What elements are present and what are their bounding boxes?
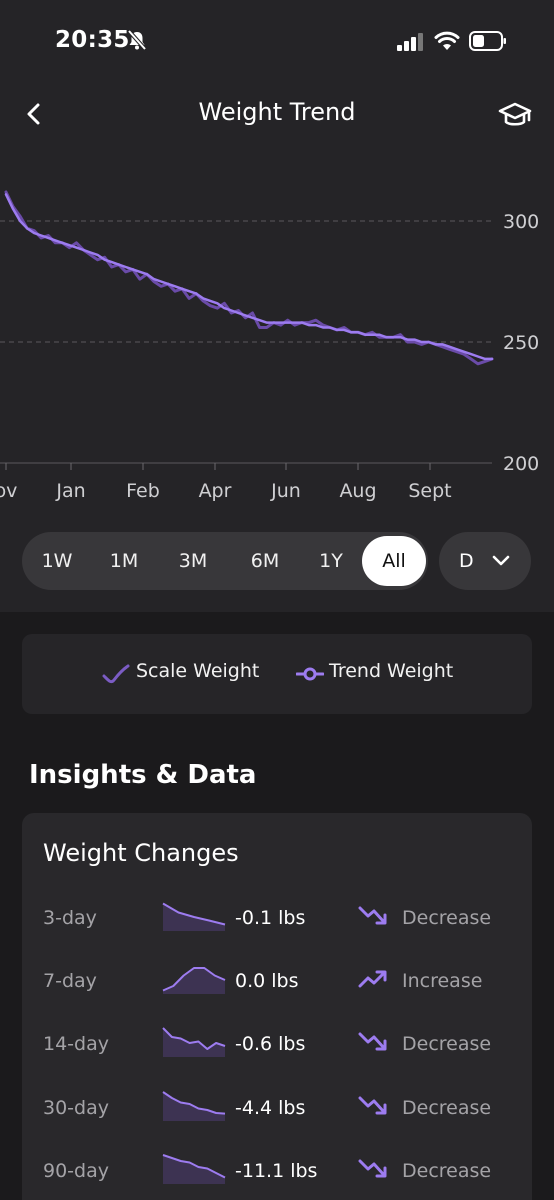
row-period: 7-day [43, 970, 97, 992]
chart-legend: Scale Weight Trend Weight [22, 634, 532, 714]
trend-down-icon [358, 1032, 387, 1051]
trend-weight-series [4, 193, 494, 361]
page-title: Weight Trend [198, 98, 356, 126]
range-selector: 1W 1M 3M 6M 1Y All [22, 532, 428, 590]
trend-weight-line-icon [296, 667, 324, 681]
scale-weight-series [4, 190, 494, 366]
sparkline [162, 902, 226, 931]
y-tick-label: 250 [503, 332, 539, 354]
wifi-icon [434, 31, 460, 50]
x-tick-label: Apr [199, 480, 232, 502]
x-tick-label: Jan [55, 480, 85, 502]
x-tick-label: ov [0, 480, 17, 502]
row-value: -11.1 lbs [235, 1160, 318, 1182]
row-period: 3-day [43, 907, 97, 929]
section-title: Insights & Data [29, 760, 257, 790]
aggregation-dropdown[interactable]: D [439, 532, 531, 590]
card-title: Weight Changes [43, 839, 239, 867]
y-tick-label: 300 [503, 211, 539, 233]
range-1y[interactable]: 1Y [296, 532, 366, 590]
legend-scale-weight: Scale Weight [136, 660, 260, 682]
sparkline-area [163, 1155, 225, 1184]
weight-change-row[interactable]: 90-day -11.1 lbs Decrease [22, 1150, 532, 1200]
row-period: 90-day [43, 1160, 109, 1182]
row-value: -0.6 lbs [235, 1033, 306, 1055]
scale-weight-line-icon [102, 664, 130, 684]
cellular-signal-icon [397, 33, 423, 51]
y-tick-label: 200 [503, 453, 539, 475]
row-direction: Decrease [402, 1097, 492, 1119]
row-direction: Increase [402, 970, 483, 992]
sparkline-area [163, 968, 225, 994]
row-value: 0.0 lbs [235, 970, 299, 992]
range-all[interactable]: All [362, 536, 426, 586]
weight-change-row[interactable]: 3-day -0.1 lbs Decrease [22, 897, 532, 947]
row-direction: Decrease [402, 1033, 492, 1055]
row-value: -4.4 lbs [235, 1097, 306, 1119]
x-tick-label: Feb [126, 480, 160, 502]
row-period: 14-day [43, 1033, 109, 1055]
range-3m[interactable]: 3M [158, 532, 228, 590]
sparkline [162, 1154, 226, 1184]
range-1m[interactable]: 1M [89, 532, 159, 590]
status-time: 20:35 [55, 27, 130, 53]
weight-trend-chart[interactable]: 300 250 200 ov Jan Feb Apr Jun Aug Sept [0, 150, 554, 510]
x-tick-label: Aug [339, 480, 376, 502]
range-6m[interactable]: 6M [230, 532, 300, 590]
sparkline [162, 1091, 226, 1121]
aggregation-value: D [459, 550, 474, 572]
graduation-cap-icon[interactable] [497, 99, 533, 131]
weight-change-row[interactable]: 30-day -4.4 lbs Decrease [22, 1087, 532, 1137]
row-direction: Decrease [402, 1160, 492, 1182]
weight-change-row[interactable]: 7-day 0.0 lbs Increase [22, 960, 532, 1010]
weight-changes-card[interactable]: Weight Changes 3-day -0.1 lbs Decrease 7-da… [22, 813, 532, 1200]
sparkline [162, 1027, 226, 1057]
trend-down-icon [358, 906, 387, 925]
trend-down-icon [358, 1159, 387, 1178]
trend-down-icon [358, 1096, 387, 1115]
range-1w[interactable]: 1W [22, 532, 92, 590]
x-tick-label: Sept [408, 480, 451, 502]
x-tick-label: Jun [270, 480, 301, 502]
trend-up-icon [358, 970, 387, 988]
battery-icon [469, 31, 506, 51]
row-value: -0.1 lbs [235, 907, 306, 929]
legend-trend-weight: Trend Weight [329, 660, 454, 682]
row-period: 30-day [43, 1097, 109, 1119]
row-direction: Decrease [402, 907, 492, 929]
bell-muted-icon [127, 29, 147, 51]
weight-change-row[interactable]: 14-day -0.6 lbs Decrease [22, 1023, 532, 1073]
sparkline [162, 967, 226, 994]
chevron-down-icon [492, 555, 510, 566]
